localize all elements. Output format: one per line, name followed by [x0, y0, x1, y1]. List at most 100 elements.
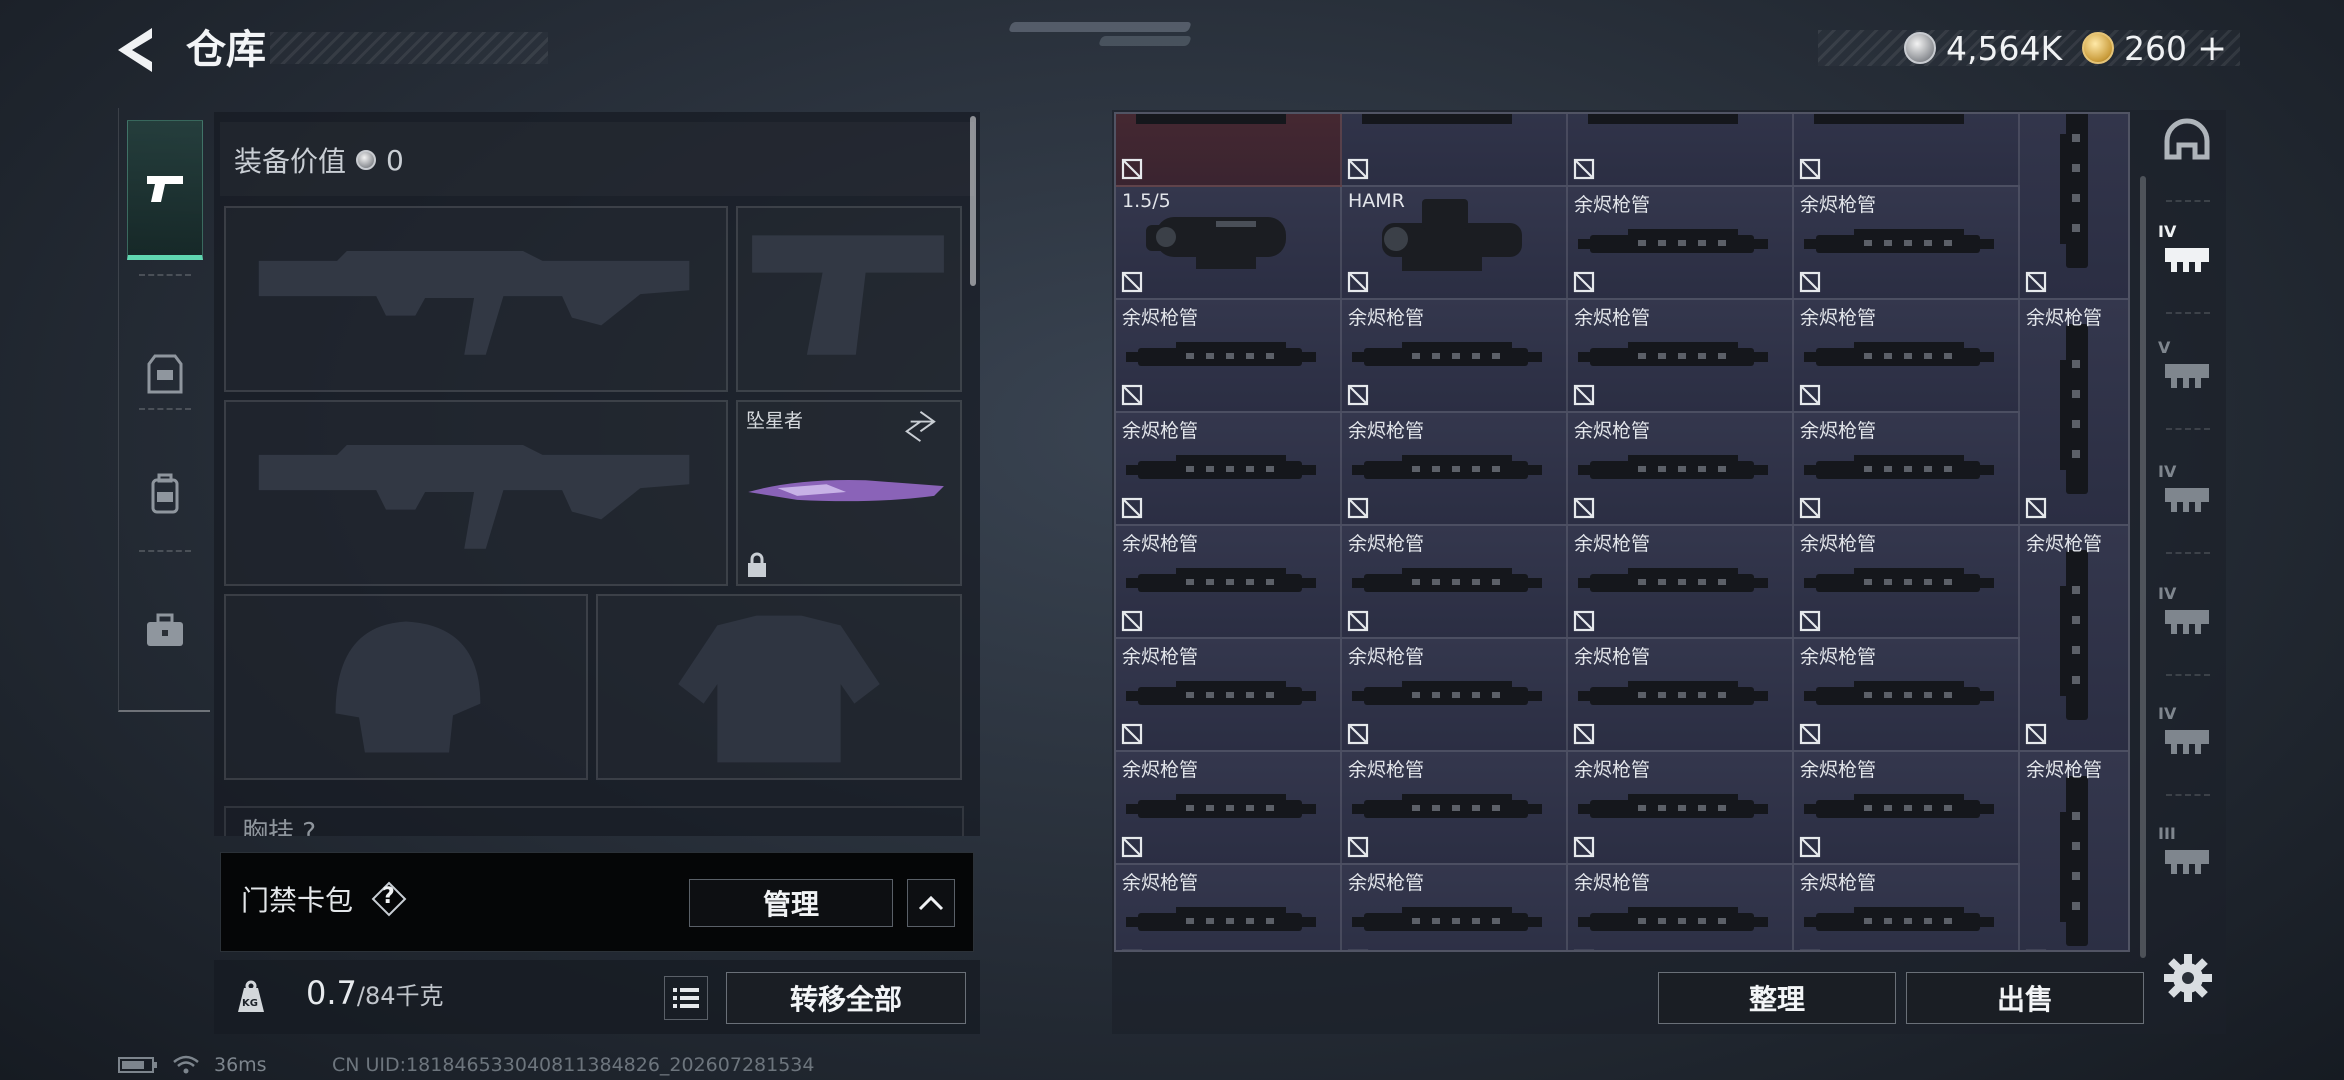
transfer-all-button[interactable]: 转移全部 — [726, 972, 966, 1024]
right-tab-2[interactable]: V — [2152, 316, 2222, 426]
right-tab-3[interactable]: IV — [2152, 440, 2222, 550]
unmarked-icon — [2025, 723, 2047, 745]
tab-chest-rig[interactable] — [127, 304, 203, 444]
storage-cell-tall[interactable]: 余烬枪管 — [2020, 300, 2128, 526]
storage-item-cell[interactable] — [1794, 114, 2020, 187]
page-title: 仓库 — [186, 27, 266, 73]
collapse-button[interactable] — [907, 879, 955, 927]
tab-separator — [2166, 794, 2210, 796]
unmarked-icon — [1573, 497, 1595, 519]
melee-slot[interactable]: 坠星者 — [736, 400, 962, 586]
storage-cell-tall[interactable] — [2020, 114, 2128, 300]
storage-item-cell[interactable]: 余烬枪管 — [1116, 639, 1342, 752]
tab-case[interactable] — [127, 560, 203, 700]
tab-weapons[interactable] — [127, 120, 203, 260]
item-name: 余烬枪管 — [1122, 307, 1199, 329]
item-name: 余烬枪管 — [1122, 759, 1199, 781]
item-name: 余烬枪管 — [1122, 533, 1199, 555]
keycard-label: 门禁卡包 — [241, 884, 354, 917]
storage-item-cell[interactable]: 余烬枪管 — [1794, 300, 2020, 413]
storage-item-cell[interactable]: 余烬枪管 — [1116, 413, 1342, 526]
sidearm-slot[interactable] — [736, 206, 962, 392]
equipment-scrollbar[interactable] — [970, 116, 976, 286]
unmarked-icon — [1799, 384, 1821, 406]
item-name: 余烬枪管 — [1348, 872, 1425, 894]
right-tab-1[interactable]: IV — [2152, 200, 2222, 310]
storage-cell-tall[interactable]: 余烬枪管 — [2020, 526, 2128, 752]
storage-item-cell[interactable]: 余烬枪管 — [1568, 526, 1794, 639]
storage-item-cell[interactable]: 余烬枪管 — [1568, 752, 1794, 865]
sort-button[interactable]: 整理 — [1658, 972, 1896, 1024]
item-name: 余烬枪管 — [1348, 533, 1425, 555]
storage-item-cell[interactable]: 余烬枪管 — [1794, 187, 2020, 300]
tier-label: IV — [2158, 222, 2177, 241]
unmarked-icon — [1573, 949, 1595, 950]
tier-label: IV — [2158, 584, 2177, 603]
ceiling-light — [1098, 36, 1192, 46]
list-view-button[interactable] — [664, 976, 708, 1020]
unmarked-icon — [1347, 836, 1369, 858]
settings-button[interactable] — [2160, 950, 2216, 1006]
storage-item-cell[interactable]: 余烬枪管 — [1568, 865, 1794, 950]
right-tab-4[interactable]: IV — [2152, 562, 2222, 672]
storage-item-cell[interactable]: 余烬枪管 — [1794, 639, 2020, 752]
right-tab-5[interactable]: IV — [2152, 682, 2222, 792]
unmarked-icon — [1121, 271, 1143, 293]
help-button[interactable]: ? — [371, 881, 407, 917]
storage-item-cell[interactable]: HAMR — [1342, 187, 1568, 300]
briefcase-icon — [147, 613, 183, 646]
helmet-slot[interactable] — [224, 594, 588, 780]
item-name: 余烬枪管 — [1800, 307, 1877, 329]
storage-item-cell[interactable]: 余烬枪管 — [1342, 526, 1568, 639]
right-tab-0[interactable] — [2152, 88, 2222, 198]
sell-button[interactable]: 出售 — [1906, 972, 2144, 1024]
melee-knife-icon — [748, 410, 944, 502]
currency-gold-value: 260 — [2124, 28, 2187, 68]
secondary-weapon-slot[interactable] — [224, 400, 728, 586]
storage-item-cell[interactable]: 余烬枪管 — [1342, 639, 1568, 752]
storage-item-cell[interactable]: 1.5/5 — [1116, 187, 1342, 300]
tab-separator — [2166, 674, 2210, 676]
storage-item-cell[interactable]: 余烬枪管 — [1568, 300, 1794, 413]
storage-item-cell[interactable]: 余烬枪管 — [1794, 413, 2020, 526]
tab-backpack[interactable] — [127, 424, 203, 564]
unmarked-icon — [1121, 610, 1143, 632]
storage-item-cell[interactable]: 余烬枪管 — [1116, 300, 1342, 413]
chest-rig-row[interactable]: 胸挂 ? — [224, 806, 964, 836]
storage-item-cell[interactable]: 余烬枪管 — [1342, 752, 1568, 865]
storage-item-cell[interactable] — [1116, 114, 1342, 187]
right-tab-6[interactable]: III — [2152, 802, 2222, 912]
storage-item-cell[interactable]: 余烬枪管 — [1568, 187, 1794, 300]
equipment-value-label: 装备价值 — [234, 145, 347, 178]
unmarked-icon — [1121, 836, 1143, 858]
storage-item-cell[interactable]: 余烬枪管 — [1116, 526, 1342, 639]
storage-item-cell[interactable]: 余烬枪管 — [1342, 865, 1568, 950]
armor-slot[interactable] — [596, 594, 962, 780]
storage-cell-tall[interactable]: 余烬枪管 — [2020, 752, 2128, 950]
storage-item-cell[interactable]: 余烬枪管 — [1342, 413, 1568, 526]
storage-scrollbar[interactable] — [2140, 176, 2146, 958]
equipment-panel: 装备价值 0 坠星者 胸挂 ? — [214, 112, 980, 836]
tier-label: IV — [2158, 704, 2177, 723]
storage-item-cell[interactable] — [1342, 114, 1568, 187]
unmarked-icon — [1799, 723, 1821, 745]
storage-item-cell[interactable] — [1568, 114, 1794, 187]
unmarked-icon — [1573, 610, 1595, 632]
manage-button[interactable]: 管理 — [689, 879, 893, 927]
back-button[interactable] — [112, 22, 162, 78]
storage-item-cell[interactable]: 余烬枪管 — [1794, 526, 2020, 639]
storage-item-cell[interactable]: 余烬枪管 — [1342, 300, 1568, 413]
item-name: 余烬枪管 — [1574, 420, 1651, 442]
storage-item-cell[interactable]: 余烬枪管 — [1116, 752, 1342, 865]
primary-weapon-slot[interactable] — [224, 206, 728, 392]
item-name: 余烬枪管 — [1122, 646, 1199, 668]
item-name: 余烬枪管 — [1348, 307, 1425, 329]
currency-gold-plus[interactable]: + — [2197, 28, 2227, 69]
storage-item-cell[interactable]: 余烬枪管 — [1794, 752, 2020, 865]
storage-item-cell[interactable]: 余烬枪管 — [1794, 865, 2020, 950]
storage-item-cell[interactable]: 余烬枪管 — [1116, 865, 1342, 950]
storage-item-cell[interactable]: 余烬枪管 — [1568, 413, 1794, 526]
unmarked-icon — [1799, 610, 1821, 632]
storage-item-cell[interactable]: 余烬枪管 — [1568, 639, 1794, 752]
currency-gold[interactable]: 260 + — [2082, 22, 2227, 74]
